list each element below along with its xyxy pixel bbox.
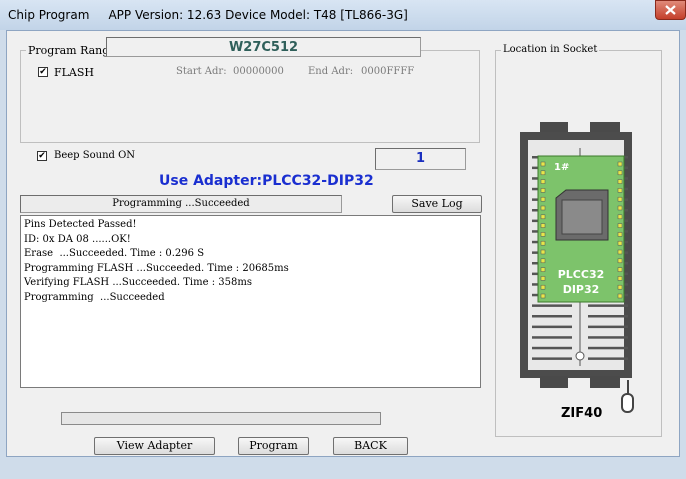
socket-pin (532, 336, 572, 339)
chip-pin (617, 240, 623, 246)
chip-pin (617, 258, 623, 264)
start-address-value[interactable]: 00000000 (233, 66, 284, 77)
log-line: Verifying FLASH ...Succeeded. Time : 358… (24, 277, 252, 288)
zif-label: ZIF40 (561, 406, 603, 421)
chip-pin (617, 232, 623, 237)
chip-label-1: PLCC32 (558, 268, 605, 281)
view-adapter-button[interactable]: View Adapter (94, 437, 215, 455)
plcc-die (561, 199, 603, 235)
end-address-value[interactable]: 0000FFFF (361, 66, 414, 77)
chip-label-2: DIP32 (563, 283, 600, 296)
beep-checkbox[interactable]: ✔ (37, 151, 47, 161)
chip-pin (617, 267, 623, 272)
socket-pin (588, 336, 628, 339)
chip-pin (617, 205, 623, 211)
chip-pin (540, 267, 546, 272)
chip-pin (617, 214, 623, 220)
socket-pivot (575, 351, 585, 361)
chip-pin (617, 179, 623, 184)
chip-pin (540, 249, 546, 255)
chip-pin (540, 205, 546, 211)
log-line: Pins Detected Passed! (24, 219, 137, 230)
socket-pin (532, 325, 572, 329)
beep-label: Beep Sound ON (54, 150, 136, 161)
chip-pin (540, 196, 546, 202)
chip-pin (540, 179, 546, 184)
chip-pin (617, 196, 623, 202)
chip-pin (540, 170, 546, 176)
chip-pin (540, 276, 546, 281)
log-line: Programming ...Succeeded (24, 291, 165, 303)
socket-pin (532, 346, 572, 350)
log-line: ID: 0x DA 08 ......OK! (24, 233, 131, 245)
chip-pin (617, 284, 623, 290)
log-line: Programming FLASH ...Succeeded. Time : 2… (24, 262, 289, 274)
start-address-label: Start Adr: (176, 66, 227, 77)
chip-pin (540, 284, 546, 290)
close-button[interactable] (655, 0, 686, 20)
close-icon (665, 5, 676, 15)
zif-socket-diagram: 1# PLCC32 DIP32 (520, 122, 634, 413)
socket-pin (588, 304, 628, 307)
chip-pin (617, 249, 623, 255)
end-address-label: End Adr: (308, 66, 354, 77)
socket-pin (532, 315, 572, 318)
save-log-button[interactable]: Save Log (392, 195, 482, 213)
progress-bar (61, 412, 381, 425)
chip-pin (617, 188, 623, 193)
socket-pin (588, 346, 628, 350)
chip-pin (617, 293, 623, 299)
chip-pin (540, 293, 546, 299)
program-range-legend: Program Range (26, 44, 118, 57)
program-counter: 1 (375, 148, 466, 170)
back-button[interactable]: BACK (333, 437, 408, 455)
socket-lever-handle[interactable] (621, 393, 634, 413)
socket-legend: Location in Socket (501, 44, 600, 55)
flash-label: FLASH (54, 66, 95, 79)
log-line: Erase ...Succeeded. Time : 0.296 S (24, 248, 205, 259)
chip-pin (617, 223, 623, 228)
status-bar: Programming ...Succeeded (20, 195, 342, 213)
socket-pin (588, 315, 628, 318)
chip-pin (540, 232, 546, 237)
chip-pin (540, 258, 546, 264)
program-range-group (20, 50, 480, 143)
pin1-label: 1# (554, 162, 569, 173)
chip-pin (540, 240, 546, 246)
window-title: Chip Program APP Version: 12.63 Device M… (8, 8, 408, 22)
chip-pin (617, 161, 623, 167)
socket-tab (540, 376, 568, 388)
chip-pin (540, 214, 546, 220)
chip-pin (617, 170, 623, 176)
program-button[interactable]: Program (238, 437, 309, 455)
chip-pin (540, 188, 546, 193)
chip-pin (617, 276, 623, 281)
log-panel: Pins Detected Passed! ID: 0x DA 08 .....… (20, 215, 481, 388)
socket-pin (532, 304, 572, 307)
chip-name-display: W27C512 (106, 37, 421, 57)
socket-pin (588, 325, 628, 329)
chip-pin (540, 161, 546, 167)
status-strip (0, 457, 686, 479)
socket-pin (588, 357, 628, 360)
socket-tab (590, 376, 620, 388)
flash-checkbox[interactable]: ✔ (38, 67, 48, 77)
socket-pin (532, 357, 572, 360)
chip-pin (540, 223, 546, 228)
adapter-hint: Use Adapter:PLCC32-DIP32 (159, 173, 374, 189)
